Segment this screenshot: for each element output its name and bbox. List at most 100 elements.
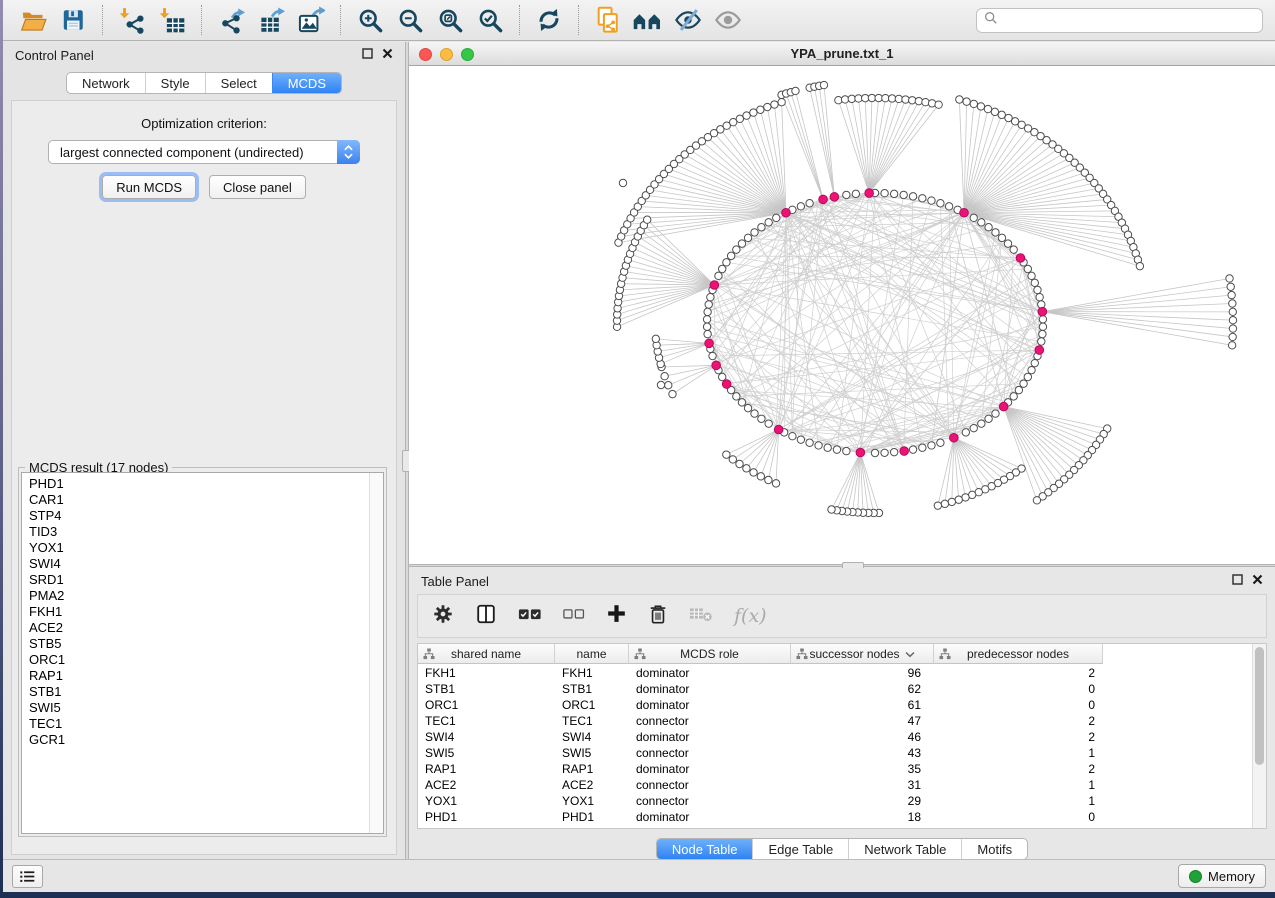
- cell-name: ORC1: [555, 698, 629, 712]
- table-options-gear-icon[interactable]: [432, 603, 454, 630]
- result-node-item[interactable]: PHD1: [29, 476, 383, 492]
- cell-MCDS-role: connector: [629, 794, 791, 808]
- mcds-tab-content: Optimization criterion: largest connecte…: [11, 100, 397, 855]
- add-column-icon[interactable]: [606, 603, 627, 629]
- network-canvas[interactable]: [409, 67, 1275, 564]
- column-header-successor-nodes[interactable]: successor nodes: [791, 644, 934, 664]
- result-node-item[interactable]: FKH1: [29, 604, 383, 620]
- table-row[interactable]: FKH1FKH1dominator962: [418, 665, 1252, 681]
- column-header-predecessor-nodes[interactable]: predecessor nodes: [934, 644, 1103, 664]
- result-node-item[interactable]: YOX1: [29, 540, 383, 556]
- toolbar-separator: [102, 5, 103, 35]
- result-node-item[interactable]: STB5: [29, 636, 383, 652]
- new-network-from-selection-icon[interactable]: [590, 4, 626, 36]
- control-panel: Control Panel NetworkStyleSelectMCDS Opt…: [3, 42, 405, 859]
- memory-button[interactable]: Memory: [1178, 864, 1266, 888]
- table-tab-bar: Node TableEdge TableNetwork TableMotifs: [656, 838, 1028, 860]
- result-list-scrollbar[interactable]: [369, 473, 383, 833]
- result-node-item[interactable]: PMA2: [29, 588, 383, 604]
- zoom-out-icon[interactable]: [392, 4, 428, 36]
- show-all-icon[interactable]: [710, 4, 746, 36]
- tab-mcds[interactable]: MCDS: [272, 73, 341, 93]
- result-node-item[interactable]: SWI4: [29, 556, 383, 572]
- zoom-fit-icon[interactable]: [432, 4, 468, 36]
- global-search-field[interactable]: [976, 8, 1263, 33]
- criterion-select[interactable]: largest connected component (undirected): [48, 140, 360, 164]
- tab-network[interactable]: Network: [67, 73, 145, 93]
- column-header-name[interactable]: name: [555, 644, 629, 664]
- run-mcds-button[interactable]: Run MCDS: [102, 175, 196, 199]
- import-network-icon[interactable]: [114, 4, 150, 36]
- float-panel-icon[interactable]: [362, 46, 373, 64]
- close-panel-icon[interactable]: [1252, 572, 1263, 590]
- table-row[interactable]: PHD1PHD1dominator180: [418, 809, 1252, 825]
- window-maximize-icon[interactable]: [461, 48, 474, 61]
- result-node-item[interactable]: GCR1: [29, 732, 383, 748]
- delete-column-icon[interactable]: [648, 603, 668, 630]
- column-header-MCDS-role[interactable]: MCDS role: [629, 644, 791, 664]
- result-node-item[interactable]: STB1: [29, 684, 383, 700]
- select-stepper-icon: [337, 140, 360, 164]
- result-node-item[interactable]: ACE2: [29, 620, 383, 636]
- tab-motifs[interactable]: Motifs: [961, 839, 1027, 859]
- table-row[interactable]: RAP1RAP1dominator352: [418, 761, 1252, 777]
- result-node-item[interactable]: TEC1: [29, 716, 383, 732]
- select-all-rows-icon[interactable]: [518, 606, 542, 627]
- import-table-icon[interactable]: [154, 4, 190, 36]
- tab-node-table[interactable]: Node Table: [657, 839, 753, 859]
- table-scrollbar[interactable]: [1252, 644, 1266, 828]
- cell-predecessor-nodes: 2: [934, 714, 1103, 728]
- export-image-icon[interactable]: [293, 4, 329, 36]
- export-network-icon[interactable]: [213, 4, 249, 36]
- cell-name: RAP1: [555, 762, 629, 776]
- node-table[interactable]: shared namenameMCDS rolesuccessor nodesp…: [417, 643, 1267, 829]
- result-node-item[interactable]: SWI5: [29, 700, 383, 716]
- panel-splitter-horizontal[interactable]: [409, 564, 1275, 567]
- close-panel-icon[interactable]: [382, 46, 393, 64]
- save-session-icon[interactable]: [55, 4, 91, 36]
- control-panel-tab-bar: NetworkStyleSelectMCDS: [66, 72, 342, 94]
- window-minimize-icon[interactable]: [440, 48, 453, 61]
- tab-select[interactable]: Select: [205, 73, 272, 93]
- table-row[interactable]: TEC1TEC1connector472: [418, 713, 1252, 729]
- result-node-item[interactable]: SRD1: [29, 572, 383, 588]
- window-close-icon[interactable]: [419, 48, 432, 61]
- tab-edge-table[interactable]: Edge Table: [752, 839, 848, 859]
- cell-name: PHD1: [555, 810, 629, 824]
- apply-preferred-layout-icon[interactable]: [531, 4, 567, 36]
- mcds-result-list[interactable]: PHD1CAR1STP4TID3YOX1SWI4SRD1PMA2FKH1ACE2…: [21, 472, 384, 834]
- column-header-shared-name[interactable]: shared name: [418, 644, 555, 664]
- zoom-in-icon[interactable]: [352, 4, 388, 36]
- close-panel-button[interactable]: Close panel: [209, 175, 306, 199]
- search-input[interactable]: [1003, 13, 1255, 28]
- cell-predecessor-nodes: 1: [934, 794, 1103, 808]
- cell-successor-nodes: 18: [791, 810, 934, 824]
- show-columns-icon[interactable]: [475, 603, 497, 630]
- task-history-button[interactable]: [12, 865, 43, 888]
- result-node-item[interactable]: RAP1: [29, 668, 383, 684]
- table-row[interactable]: ORC1ORC1dominator610: [418, 697, 1252, 713]
- cell-shared-name: STB1: [418, 682, 555, 696]
- open-session-icon[interactable]: [15, 4, 51, 36]
- table-row[interactable]: STB1STB1dominator620: [418, 681, 1252, 697]
- result-node-item[interactable]: ORC1: [29, 652, 383, 668]
- export-table-icon[interactable]: [253, 4, 289, 36]
- table-scrollbar-thumb[interactable]: [1255, 647, 1264, 765]
- tab-network-table[interactable]: Network Table: [848, 839, 961, 859]
- result-node-item[interactable]: STP4: [29, 508, 383, 524]
- hide-selected-icon[interactable]: [670, 4, 706, 36]
- clear-selection-icon[interactable]: [563, 607, 585, 626]
- table-row[interactable]: YOX1YOX1connector291: [418, 793, 1252, 809]
- network-window-titlebar[interactable]: YPA_prune.txt_1: [409, 42, 1275, 66]
- first-neighbors-icon[interactable]: [630, 4, 666, 36]
- float-panel-icon[interactable]: [1232, 572, 1243, 590]
- table-row[interactable]: ACE2ACE2connector311: [418, 777, 1252, 793]
- result-node-item[interactable]: TID3: [29, 524, 383, 540]
- table-row[interactable]: SWI4SWI4dominator462: [418, 729, 1252, 745]
- tab-style[interactable]: Style: [145, 73, 205, 93]
- zoom-selected-icon[interactable]: [472, 4, 508, 36]
- memory-status-icon: [1189, 870, 1202, 883]
- cell-MCDS-role: connector: [629, 746, 791, 760]
- result-node-item[interactable]: CAR1: [29, 492, 383, 508]
- table-row[interactable]: SWI5SWI5connector431: [418, 745, 1252, 761]
